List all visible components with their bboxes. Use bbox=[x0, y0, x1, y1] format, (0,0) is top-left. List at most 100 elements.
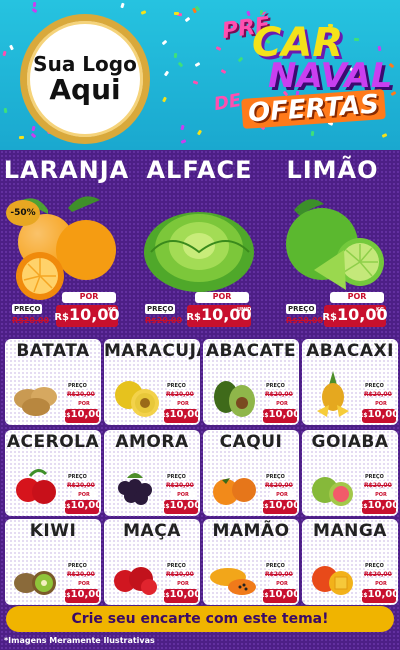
product-name: BATATA bbox=[16, 341, 90, 361]
confetti-piece bbox=[31, 7, 38, 14]
unit-label: KG bbox=[376, 307, 384, 313]
featured-item-alface[interactable]: ALFACE PREÇO R$20,00 POR R$ 10,00 UNID bbox=[133, 150, 266, 335]
store-logo-placeholder[interactable]: Sua Logo Aqui bbox=[20, 14, 150, 144]
new-price: R$ 10,00 bbox=[260, 500, 299, 514]
currency: R$ bbox=[259, 412, 269, 419]
price-value: 10,00 bbox=[268, 409, 299, 420]
product-card-batata[interactable]: BATATA PREÇO R$20,00 POR R$ 10,00 bbox=[5, 339, 101, 425]
price-value: 10,00 bbox=[268, 500, 299, 511]
por-label: POR bbox=[71, 400, 97, 408]
price-value: 10,00 bbox=[169, 500, 200, 511]
product-name: GOIABA bbox=[311, 432, 389, 452]
old-price: R$20,00 bbox=[286, 316, 324, 325]
preco-label: PREÇO bbox=[67, 383, 88, 389]
product-card-caqui[interactable]: CAQUI PREÇO R$20,00 POR R$ 10,00 bbox=[203, 430, 299, 516]
old-price: R$20,00 bbox=[166, 571, 194, 578]
confetti-piece bbox=[192, 80, 199, 85]
currency: R$ bbox=[186, 312, 202, 323]
preco-label: PREÇO bbox=[166, 474, 187, 480]
product-image bbox=[115, 381, 159, 417]
preco-label: PREÇO bbox=[166, 383, 187, 389]
por-label: POR bbox=[170, 400, 196, 408]
product-card-maracujá[interactable]: MARACUJÁ PREÇO R$20,00 POR R$ 10,00 bbox=[104, 339, 200, 425]
confetti-piece bbox=[2, 50, 7, 57]
lettuce-image bbox=[144, 212, 254, 292]
confetti-piece bbox=[162, 96, 167, 103]
product-card-kiwi[interactable]: KIWI PREÇO R$20,00 POR R$ 10,00 bbox=[5, 519, 101, 605]
por-label: POR bbox=[330, 292, 384, 303]
old-price: R$20,00 bbox=[166, 391, 194, 398]
campaign-de: DE bbox=[212, 89, 243, 116]
disclaimer-text: *Imagens Meramente Ilustrativas bbox=[4, 636, 155, 645]
old-price: R$20,00 bbox=[265, 571, 293, 578]
new-price: R$ 10,00 bbox=[61, 589, 101, 603]
price-value: 10,00 bbox=[367, 409, 398, 420]
currency: R$ bbox=[54, 312, 70, 323]
lime-image bbox=[286, 199, 384, 290]
cta-banner[interactable]: Crie seu encarte com este tema! bbox=[6, 606, 394, 632]
product-image bbox=[317, 371, 349, 417]
confetti-piece bbox=[3, 107, 8, 114]
currency: R$ bbox=[160, 412, 170, 419]
confetti-piece bbox=[18, 135, 25, 140]
por-label: POR bbox=[71, 491, 97, 499]
product-name: MARACUJÁ bbox=[104, 341, 200, 361]
product-card-goiaba[interactable]: GOIABA PREÇO R$20,00 POR R$ 10,00 bbox=[302, 430, 398, 516]
preco-label: PREÇO bbox=[166, 563, 187, 569]
price-value: 10,00 bbox=[367, 500, 398, 511]
confetti-piece bbox=[184, 16, 191, 23]
new-price: R$ 10,00 bbox=[161, 500, 200, 514]
product-card-maça[interactable]: MAÇA PREÇO R$20,00 POR R$ 10,00 bbox=[104, 519, 200, 605]
product-card-abacate[interactable]: ABACATE PREÇO R$20,00 POR R$ 10,00 bbox=[203, 339, 299, 425]
currency: R$ bbox=[358, 592, 368, 599]
confetti-piece bbox=[173, 11, 180, 16]
product-name: AMORA bbox=[115, 432, 189, 452]
price-value: 10,00 bbox=[367, 589, 398, 600]
confetti-piece bbox=[140, 10, 147, 15]
por-label: POR bbox=[269, 491, 295, 499]
old-price: R$20,00 bbox=[67, 571, 95, 578]
preco-label: PREÇO bbox=[265, 563, 286, 569]
confetti-piece bbox=[180, 124, 185, 131]
new-price: R$ 10,00 bbox=[62, 500, 101, 514]
product-image bbox=[312, 566, 353, 595]
featured-title: LARANJA bbox=[3, 156, 130, 184]
price-value: 10,00 bbox=[70, 409, 101, 420]
product-card-manga[interactable]: MANGA PREÇO R$20,00 POR R$ 10,00 bbox=[302, 519, 398, 605]
confetti-piece bbox=[161, 39, 168, 46]
product-image bbox=[14, 387, 57, 416]
product-card-acerola[interactable]: ACEROLA PREÇO R$20,00 POR R$ 10,00 bbox=[5, 430, 101, 516]
preco-label: PREÇO bbox=[286, 304, 317, 314]
preco-label: PREÇO bbox=[364, 474, 385, 480]
currency: R$ bbox=[358, 412, 368, 419]
currency: R$ bbox=[61, 412, 71, 419]
campaign-ofertas: OFERTAS bbox=[241, 89, 386, 129]
product-image bbox=[16, 469, 56, 504]
confetti-piece bbox=[120, 2, 125, 9]
product-image bbox=[312, 477, 353, 506]
confetti-piece bbox=[173, 52, 178, 59]
product-image bbox=[14, 571, 56, 595]
product-card-mamão[interactable]: MAMÃO PREÇO R$20,00 POR R$ 10,00 bbox=[203, 519, 299, 605]
featured-title: LIMÃO bbox=[286, 156, 379, 184]
por-label: POR bbox=[368, 580, 394, 588]
product-image bbox=[114, 567, 157, 595]
product-name: MAÇA bbox=[123, 521, 181, 541]
preco-label: PREÇO bbox=[67, 563, 88, 569]
currency: R$ bbox=[61, 592, 71, 599]
old-price: R$20,00 bbox=[145, 316, 183, 325]
preco-label: PREÇO bbox=[67, 474, 88, 480]
logo-line-2: Aqui bbox=[49, 73, 121, 106]
unit-label: UNID bbox=[237, 307, 252, 313]
old-price: R$20,00 bbox=[364, 482, 392, 489]
product-card-abacaxi[interactable]: ABACAXI PREÇO R$20,00 POR R$ 10,00 bbox=[302, 339, 398, 425]
confetti-piece bbox=[31, 125, 36, 132]
preco-label: PREÇO bbox=[364, 563, 385, 569]
featured-item-laranja[interactable]: LARANJA -50% PREÇO R$20,00 POR R$ 10,00 K… bbox=[0, 150, 133, 335]
new-price: R$ 10,00 bbox=[359, 500, 398, 514]
product-card-amora[interactable]: AMORA PREÇO R$20,00 POR R$ 10,00 bbox=[104, 430, 200, 516]
logo-line-1: Sua Logo bbox=[33, 52, 137, 76]
product-name: ABACAXI bbox=[306, 341, 394, 361]
featured-item-limao[interactable]: LIMÃO PREÇO R$20,00 POR R$ 10,00 KG bbox=[266, 150, 399, 335]
por-label: POR bbox=[170, 580, 196, 588]
